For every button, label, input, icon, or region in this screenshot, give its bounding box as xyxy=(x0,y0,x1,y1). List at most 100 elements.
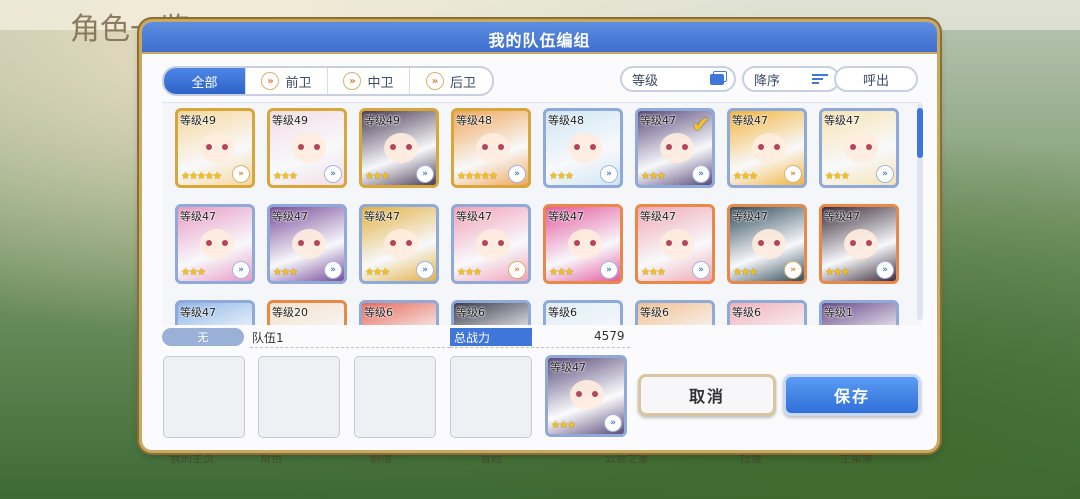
star-rating: ★★★★★ xyxy=(457,171,498,182)
character-card[interactable]: 等级6» xyxy=(543,300,623,325)
star-rating: ★★★ xyxy=(549,267,574,278)
star-rating: ★★★ xyxy=(551,420,576,431)
character-card[interactable]: 等级47 ★★★ » xyxy=(175,204,255,284)
character-card[interactable]: 等级47 ★★★ » ✔ xyxy=(635,108,715,188)
sort-order-button[interactable]: 降序 xyxy=(742,66,840,92)
role-chevron-icon: » xyxy=(232,165,250,183)
character-card[interactable]: 等级6» xyxy=(451,300,531,325)
character-level: 等级47 xyxy=(732,210,768,223)
character-card[interactable]: 等级48 ★★★ » xyxy=(543,108,623,188)
team-slot-empty[interactable] xyxy=(354,356,436,438)
role-chevron-icon: » xyxy=(416,165,434,183)
character-card[interactable]: 等级47» xyxy=(175,300,255,325)
tab-middle[interactable]: » 中卫 xyxy=(328,68,410,94)
character-level: 等级47 xyxy=(824,210,860,223)
role-chevron-icon: » xyxy=(425,72,444,90)
character-card[interactable]: 等级47 ★★★ » xyxy=(359,204,439,284)
character-eyes xyxy=(576,391,598,397)
character-eyes xyxy=(206,240,228,246)
character-card[interactable]: 等级6» xyxy=(635,300,715,325)
background-nav-item: 我的主页 xyxy=(170,452,214,465)
character-eyes xyxy=(298,240,320,246)
team-name[interactable]: 队伍1 xyxy=(252,329,284,346)
character-card[interactable]: 等级6» xyxy=(727,300,807,325)
character-card[interactable]: 等级47 ★★★ » xyxy=(451,204,531,284)
star-rating: ★★★ xyxy=(733,171,758,182)
background-bottom-nav: 我的主页 角色 剧情 冒险 公会之家 扭蛋 主菜单 xyxy=(140,450,940,472)
total-power-divider xyxy=(450,347,630,348)
character-card[interactable]: 等级47 ★★★ » xyxy=(819,108,899,188)
team-slot-empty[interactable] xyxy=(163,356,245,438)
team-slot-empty[interactable] xyxy=(258,356,340,438)
total-power-label: 总战力 xyxy=(450,328,532,346)
role-filter-tabs: 全部 » 前卫 » 中卫 » 后卫 xyxy=(162,66,494,96)
role-chevron-icon: » xyxy=(604,414,622,432)
sortie-button[interactable]: 呼出 xyxy=(834,66,918,92)
tab-back[interactable]: » 后卫 xyxy=(410,68,492,94)
star-rating: ★★★ xyxy=(273,267,298,278)
background-nav-item: 主菜单 xyxy=(840,452,873,465)
background-nav-item: 角色 xyxy=(260,452,282,465)
character-card[interactable]: 等级47 ★★★ » xyxy=(727,108,807,188)
character-card[interactable]: 等级6» xyxy=(359,300,439,325)
grid-scrollbar-thumb[interactable] xyxy=(917,108,923,158)
character-eyes xyxy=(850,240,872,246)
character-card[interactable]: 等级47 ★★★ » xyxy=(635,204,715,284)
character-level: 等级47 xyxy=(364,210,400,223)
character-card[interactable]: 等级48 ★★★★★ » xyxy=(451,108,531,188)
sort-field-icon xyxy=(710,73,724,85)
character-eyes xyxy=(390,144,412,150)
star-rating: ★★★ xyxy=(457,267,482,278)
character-level: 等级6 xyxy=(640,306,669,319)
sort-order-icon xyxy=(812,72,828,86)
character-level: 等级1 xyxy=(824,306,853,319)
cancel-button[interactable]: 取消 xyxy=(638,374,776,416)
star-rating: ★★★ xyxy=(641,171,666,182)
tab-front[interactable]: » 前卫 xyxy=(246,68,328,94)
character-card[interactable]: 等级47 ★★★ » xyxy=(267,204,347,284)
role-chevron-icon: » xyxy=(876,165,894,183)
character-eyes xyxy=(758,240,780,246)
character-level: 等级47 xyxy=(548,210,584,223)
character-level: 等级47 xyxy=(456,210,492,223)
character-card[interactable]: 等级47 ★★★ » xyxy=(727,204,807,284)
character-level: 等级20 xyxy=(272,306,308,319)
save-button[interactable]: 保存 xyxy=(783,374,921,416)
role-chevron-icon: » xyxy=(600,261,618,279)
character-level: 等级47 xyxy=(180,210,216,223)
star-rating: ★★★ xyxy=(365,171,390,182)
character-card[interactable]: 等级49 ★★★★★ » xyxy=(175,108,255,188)
character-level: 等级49 xyxy=(180,114,216,127)
character-card[interactable]: 等级49 ★★★ » xyxy=(359,108,439,188)
sort-field-button[interactable]: 等级 xyxy=(620,66,736,92)
team-formation-dialog: 我的队伍编组 全部» 前卫» 中卫» 后卫 等级 降序 呼出 等级49 ★★★★★» 等级… xyxy=(142,22,937,450)
team-slot-member[interactable]: 等级47 ★★★ » xyxy=(545,355,627,437)
role-chevron-icon: » xyxy=(784,261,802,279)
role-chevron-icon: » xyxy=(508,261,526,279)
character-level: 等级48 xyxy=(548,114,584,127)
character-card[interactable]: 等级47 ★★★ » xyxy=(819,204,899,284)
character-card[interactable]: 等级49 ★★★ » xyxy=(267,108,347,188)
star-rating: ★★★ xyxy=(273,171,298,182)
character-card[interactable]: 等级1» xyxy=(819,300,899,325)
role-chevron-icon: » xyxy=(600,165,618,183)
character-eyes xyxy=(758,144,780,150)
character-card[interactable]: 等级20» xyxy=(267,300,347,325)
team-slot-empty[interactable] xyxy=(450,356,532,438)
character-level: 等级47 xyxy=(272,210,308,223)
character-level: 等级47 xyxy=(640,210,676,223)
role-chevron-icon: » xyxy=(232,261,250,279)
sort-field-label: 等级 xyxy=(632,73,659,89)
character-level: 等级47 xyxy=(732,114,768,127)
character-level: 等级49 xyxy=(364,114,400,127)
sort-order-label: 降序 xyxy=(754,73,781,89)
character-level: 等级47 xyxy=(640,114,676,127)
tab-all[interactable]: 全部 xyxy=(164,68,246,94)
star-rating: ★★★ xyxy=(825,267,850,278)
character-grid[interactable]: 等级49 ★★★★★» 等级49 ★★★» 等级49 ★★★» 等级48 ★★★★★» 等级48… xyxy=(162,102,922,325)
sortie-label: 呼出 xyxy=(862,73,889,89)
character-card[interactable]: 等级47 ★★★ » xyxy=(543,204,623,284)
character-eyes xyxy=(298,144,320,150)
role-chevron-icon: » xyxy=(324,261,342,279)
character-eyes xyxy=(574,144,596,150)
